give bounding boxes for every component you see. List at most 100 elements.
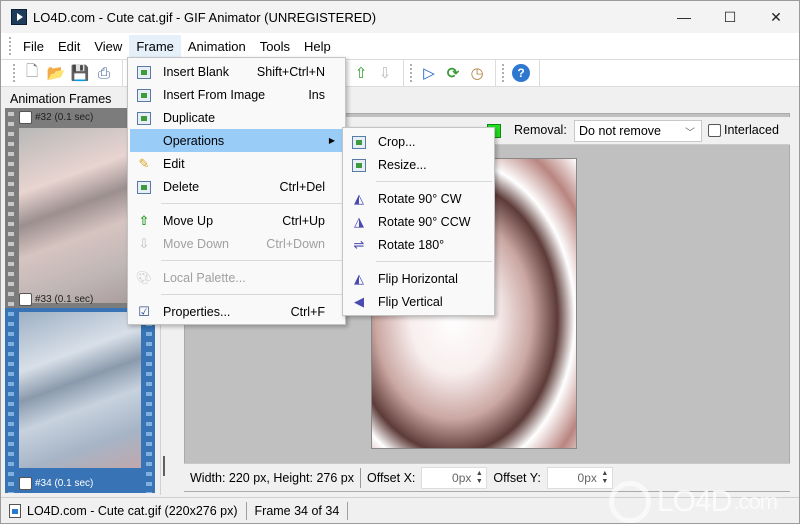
duplicate-icon [136, 110, 152, 126]
window-title: LO4D.com - Cute cat.gif - GIF Animator (… [33, 9, 377, 25]
toolbar-grip[interactable] [13, 64, 16, 82]
watermark-logo-icon [609, 481, 651, 523]
offset-y-input[interactable]: 0px ▲ ▼ [546, 466, 613, 489]
menu-duplicate[interactable]: Duplicate [128, 106, 345, 129]
menu-insert-blank[interactable]: Insert Blank Shift+Ctrl+N [128, 60, 345, 83]
interlaced-label: Interlaced [724, 123, 779, 137]
toolbar-grip-3[interactable] [502, 64, 505, 82]
menu-rotate-cw[interactable]: ◭ Rotate 90° CW [343, 187, 494, 210]
menu-rotate-ccw[interactable]: ◮ Rotate 90° CCW [343, 210, 494, 233]
palette-icon: 🎨︎ [135, 270, 153, 285]
menubar-grip[interactable] [9, 37, 12, 55]
operations-submenu: Crop... Resize... ◭ Rotate 90° CW ◮ Rotate… [342, 127, 495, 316]
offset-x-value: 0px [452, 470, 472, 485]
minimize-button[interactable]: — [661, 1, 707, 33]
menu-insert-from-image[interactable]: Insert From Image Ins [128, 83, 345, 106]
menu-rotate-180[interactable]: ⇌ Rotate 180° [343, 233, 494, 256]
menu-flip-vertical[interactable]: ◀ Flip Vertical [343, 290, 494, 313]
toolbar: 🗋 📂 💾 ⎙ ⇧ ⇩ ▷ ⟳ ◷ ? [1, 59, 799, 87]
scan-icon[interactable]: ⎙ [92, 62, 116, 84]
removal-value: Do not remove [579, 124, 661, 138]
rotate-cw-icon: ◭ [354, 191, 364, 206]
help-glyph: ? [512, 64, 530, 82]
frame-thumbnail [19, 128, 141, 303]
frame-label: #34 (0.1 sec) [35, 477, 94, 489]
menu-view[interactable]: View [87, 35, 129, 58]
menu-frame[interactable]: Frame [129, 34, 181, 58]
offset-x-input[interactable]: 0px ▲ ▼ [421, 466, 488, 489]
spin-arrows-icon[interactable]: ▲ ▼ [474, 470, 484, 486]
interlaced-checkbox[interactable]: Interlaced [708, 123, 779, 137]
frame-checkbox[interactable] [19, 292, 32, 306]
close-button[interactable]: ✕ [753, 1, 799, 33]
removal-dropdown[interactable]: Do not remove ﹀ [574, 120, 702, 142]
new-file-icon[interactable]: 🗋 [20, 62, 44, 84]
menu-edit[interactable]: Edit [51, 35, 87, 58]
frame-menu: Insert Blank Shift+Ctrl+N Insert From Ima… [127, 57, 346, 325]
menu-help[interactable]: Help [297, 35, 338, 58]
menu-flip-horizontal[interactable]: ◭ Flip Horizontal [343, 267, 494, 290]
menu-separator [161, 203, 343, 204]
menu-edit-frame[interactable]: ✎ Edit [128, 152, 345, 175]
flip-vertical-icon: ◀ [354, 294, 364, 309]
submenu-arrow-icon: ▶ [328, 136, 335, 145]
menu-tools[interactable]: Tools [253, 35, 297, 58]
crop-icon [351, 134, 367, 150]
watermark-text: LO4D [657, 485, 732, 518]
frame-thumbnail [19, 312, 141, 468]
frame-item-selected[interactable]: #34 (0.1 sec) [5, 308, 155, 493]
menu-move-up[interactable]: ⇧ Move Up Ctrl+Up [128, 209, 345, 232]
frames-scrollbar[interactable] [163, 456, 165, 476]
delete-icon [136, 179, 152, 195]
toolbar-grip-2[interactable] [410, 64, 413, 82]
menu-operations[interactable]: Operations ▶ [130, 129, 343, 152]
insert-blank-icon [136, 64, 152, 80]
offset-y-label: Offset Y: [493, 470, 541, 485]
maximize-button[interactable]: ☐ [707, 1, 753, 33]
timer-icon[interactable]: ◷ [465, 62, 489, 84]
checkbox-box[interactable] [708, 123, 721, 137]
menu-delete[interactable]: Delete Ctrl+Del [128, 175, 345, 198]
open-folder-icon[interactable]: 📂 [44, 62, 68, 84]
frame-label: #33 (0.1 sec) [35, 293, 94, 305]
menu-bar: File Edit View Frame Animation Tools Hel… [1, 33, 799, 59]
move-down-icon[interactable]: ⇩ [373, 62, 397, 84]
edit-icon: ✎ [138, 156, 150, 171]
frame-checkbox[interactable] [19, 110, 32, 124]
move-up-icon[interactable]: ⇧ [349, 62, 373, 84]
status-frame: Frame 34 of 34 [247, 501, 349, 520]
menu-move-down[interactable]: ⇩ Move Down Ctrl+Down [128, 232, 345, 255]
chevron-down-icon: ﹀ [685, 128, 695, 139]
app-icon [11, 9, 27, 25]
move-up-icon: ⇧ [138, 213, 150, 228]
help-icon[interactable]: ? [509, 62, 533, 84]
rotate-ccw-icon: ◮ [354, 214, 364, 229]
insert-image-icon [136, 87, 152, 103]
dimensions-text: Width: 220 px, Height: 276 px [190, 470, 354, 485]
offset-y-value: 0px [577, 470, 597, 485]
status-file: LO4D.com - Cute cat.gif (220x276 px) [1, 501, 247, 520]
menu-local-palette[interactable]: 🎨︎ Local Palette... [128, 266, 345, 289]
menu-separator [161, 294, 343, 295]
menu-properties[interactable]: ☑ Properties... Ctrl+F [128, 300, 345, 323]
play-icon[interactable]: ▷ [417, 62, 441, 84]
menu-crop[interactable]: Crop... [343, 130, 494, 153]
watermark: LO4D .com [609, 481, 778, 523]
watermark-suffix: .com [733, 489, 778, 514]
flip-horizontal-icon: ◭ [354, 271, 364, 286]
offset-x-label: Offset X: [366, 470, 416, 485]
document-icon [9, 503, 21, 518]
menu-separator [376, 181, 492, 182]
menu-animation[interactable]: Animation [181, 35, 253, 58]
menu-file[interactable]: File [16, 35, 51, 58]
removal-label: Removal: [514, 123, 567, 137]
rotate-180-icon: ⇌ [353, 237, 365, 252]
menu-separator [161, 260, 343, 261]
frame-label: #32 (0.1 sec) [35, 111, 94, 123]
frame-checkbox[interactable] [19, 476, 32, 490]
properties-icon: ☑ [138, 304, 150, 319]
menu-resize[interactable]: Resize... [343, 153, 494, 176]
loop-icon[interactable]: ⟳ [441, 62, 465, 84]
status-file-text: LO4D.com - Cute cat.gif (220x276 px) [27, 503, 238, 518]
save-icon[interactable]: 💾 [68, 62, 92, 84]
